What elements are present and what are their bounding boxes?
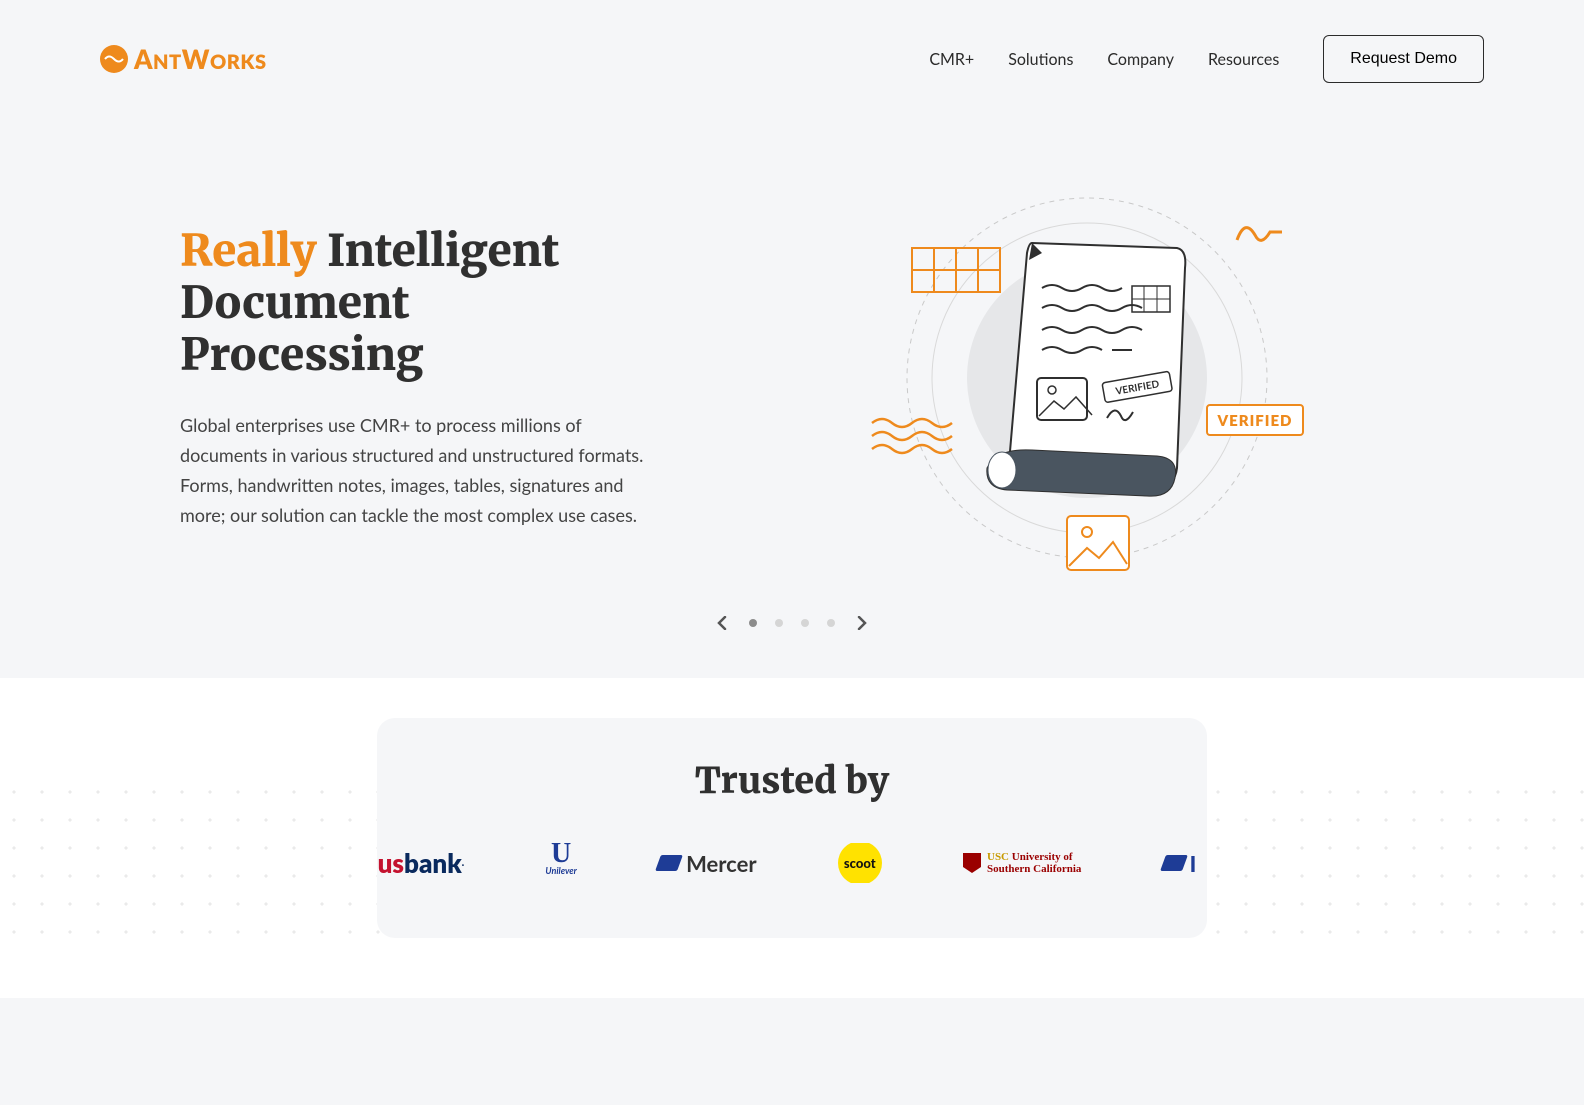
hero-description: Global enterprises use CMR+ to process m… xyxy=(180,411,660,530)
carousel-dot-4[interactable] xyxy=(827,619,835,627)
hero-title: Really Intelligent Document Processing xyxy=(180,226,660,382)
carousel-dot-3[interactable] xyxy=(801,619,809,627)
hero-illustration: VERIFIED xyxy=(690,168,1484,588)
carousel-dot-2[interactable] xyxy=(775,619,783,627)
handwriting-icon xyxy=(872,419,952,453)
svg-text:VERIFIED: VERIFIED xyxy=(1217,412,1293,430)
client-logo-usbank: usbank. xyxy=(378,843,465,883)
verified-badge-icon: VERIFIED xyxy=(1207,405,1303,435)
site-header: ANTWORKS CMR+ Solutions Company Resource… xyxy=(0,0,1584,108)
client-logos-row: usbank. UUnilever Mercer scoot USC Unive… xyxy=(377,843,1207,883)
nav-item-resources[interactable]: Resources xyxy=(1208,50,1279,69)
hero-section: Really Intelligent Document Processing G… xyxy=(0,108,1584,628)
trusted-by-card: Trusted by usbank. UUnilever Mercer scoo… xyxy=(377,718,1207,938)
table-icon xyxy=(912,248,1000,292)
hero-title-line1: Intelligent xyxy=(327,224,560,279)
hero-title-accent: Really xyxy=(180,224,317,279)
carousel-controls xyxy=(0,598,1584,678)
nav-item-solutions[interactable]: Solutions xyxy=(1008,50,1073,69)
image-icon xyxy=(1067,516,1129,570)
request-demo-button[interactable]: Request Demo xyxy=(1323,35,1484,83)
brand-name: ANTWORKS xyxy=(134,43,267,75)
nav-item-cmr[interactable]: CMR+ xyxy=(929,50,974,69)
primary-nav: CMR+ Solutions Company Resources Request… xyxy=(929,35,1484,83)
carousel-dot-1[interactable] xyxy=(749,619,757,627)
trusted-by-heading: Trusted by xyxy=(377,758,1207,803)
carousel-next-button[interactable] xyxy=(853,608,871,638)
signature-icon xyxy=(1237,228,1282,241)
client-logo-unilever: UUnilever xyxy=(545,843,576,883)
chevron-right-icon xyxy=(857,616,867,630)
brand-logo[interactable]: ANTWORKS xyxy=(100,43,267,75)
trusted-by-section: Trusted by usbank. UUnilever Mercer scoo… xyxy=(0,678,1584,998)
chevron-left-icon xyxy=(717,616,727,630)
client-logo-partial: I xyxy=(1163,843,1197,883)
client-logo-usc: USC University ofSouthern California xyxy=(963,843,1081,883)
carousel-prev-button[interactable] xyxy=(713,608,731,638)
hero-copy: Really Intelligent Document Processing G… xyxy=(180,226,660,530)
logo-icon xyxy=(100,45,128,73)
hero-title-line2: Document Processing xyxy=(180,276,424,383)
nav-item-company[interactable]: Company xyxy=(1107,50,1174,69)
client-logo-scoot: scoot xyxy=(838,843,882,883)
client-logo-mercer: Mercer xyxy=(658,843,756,883)
